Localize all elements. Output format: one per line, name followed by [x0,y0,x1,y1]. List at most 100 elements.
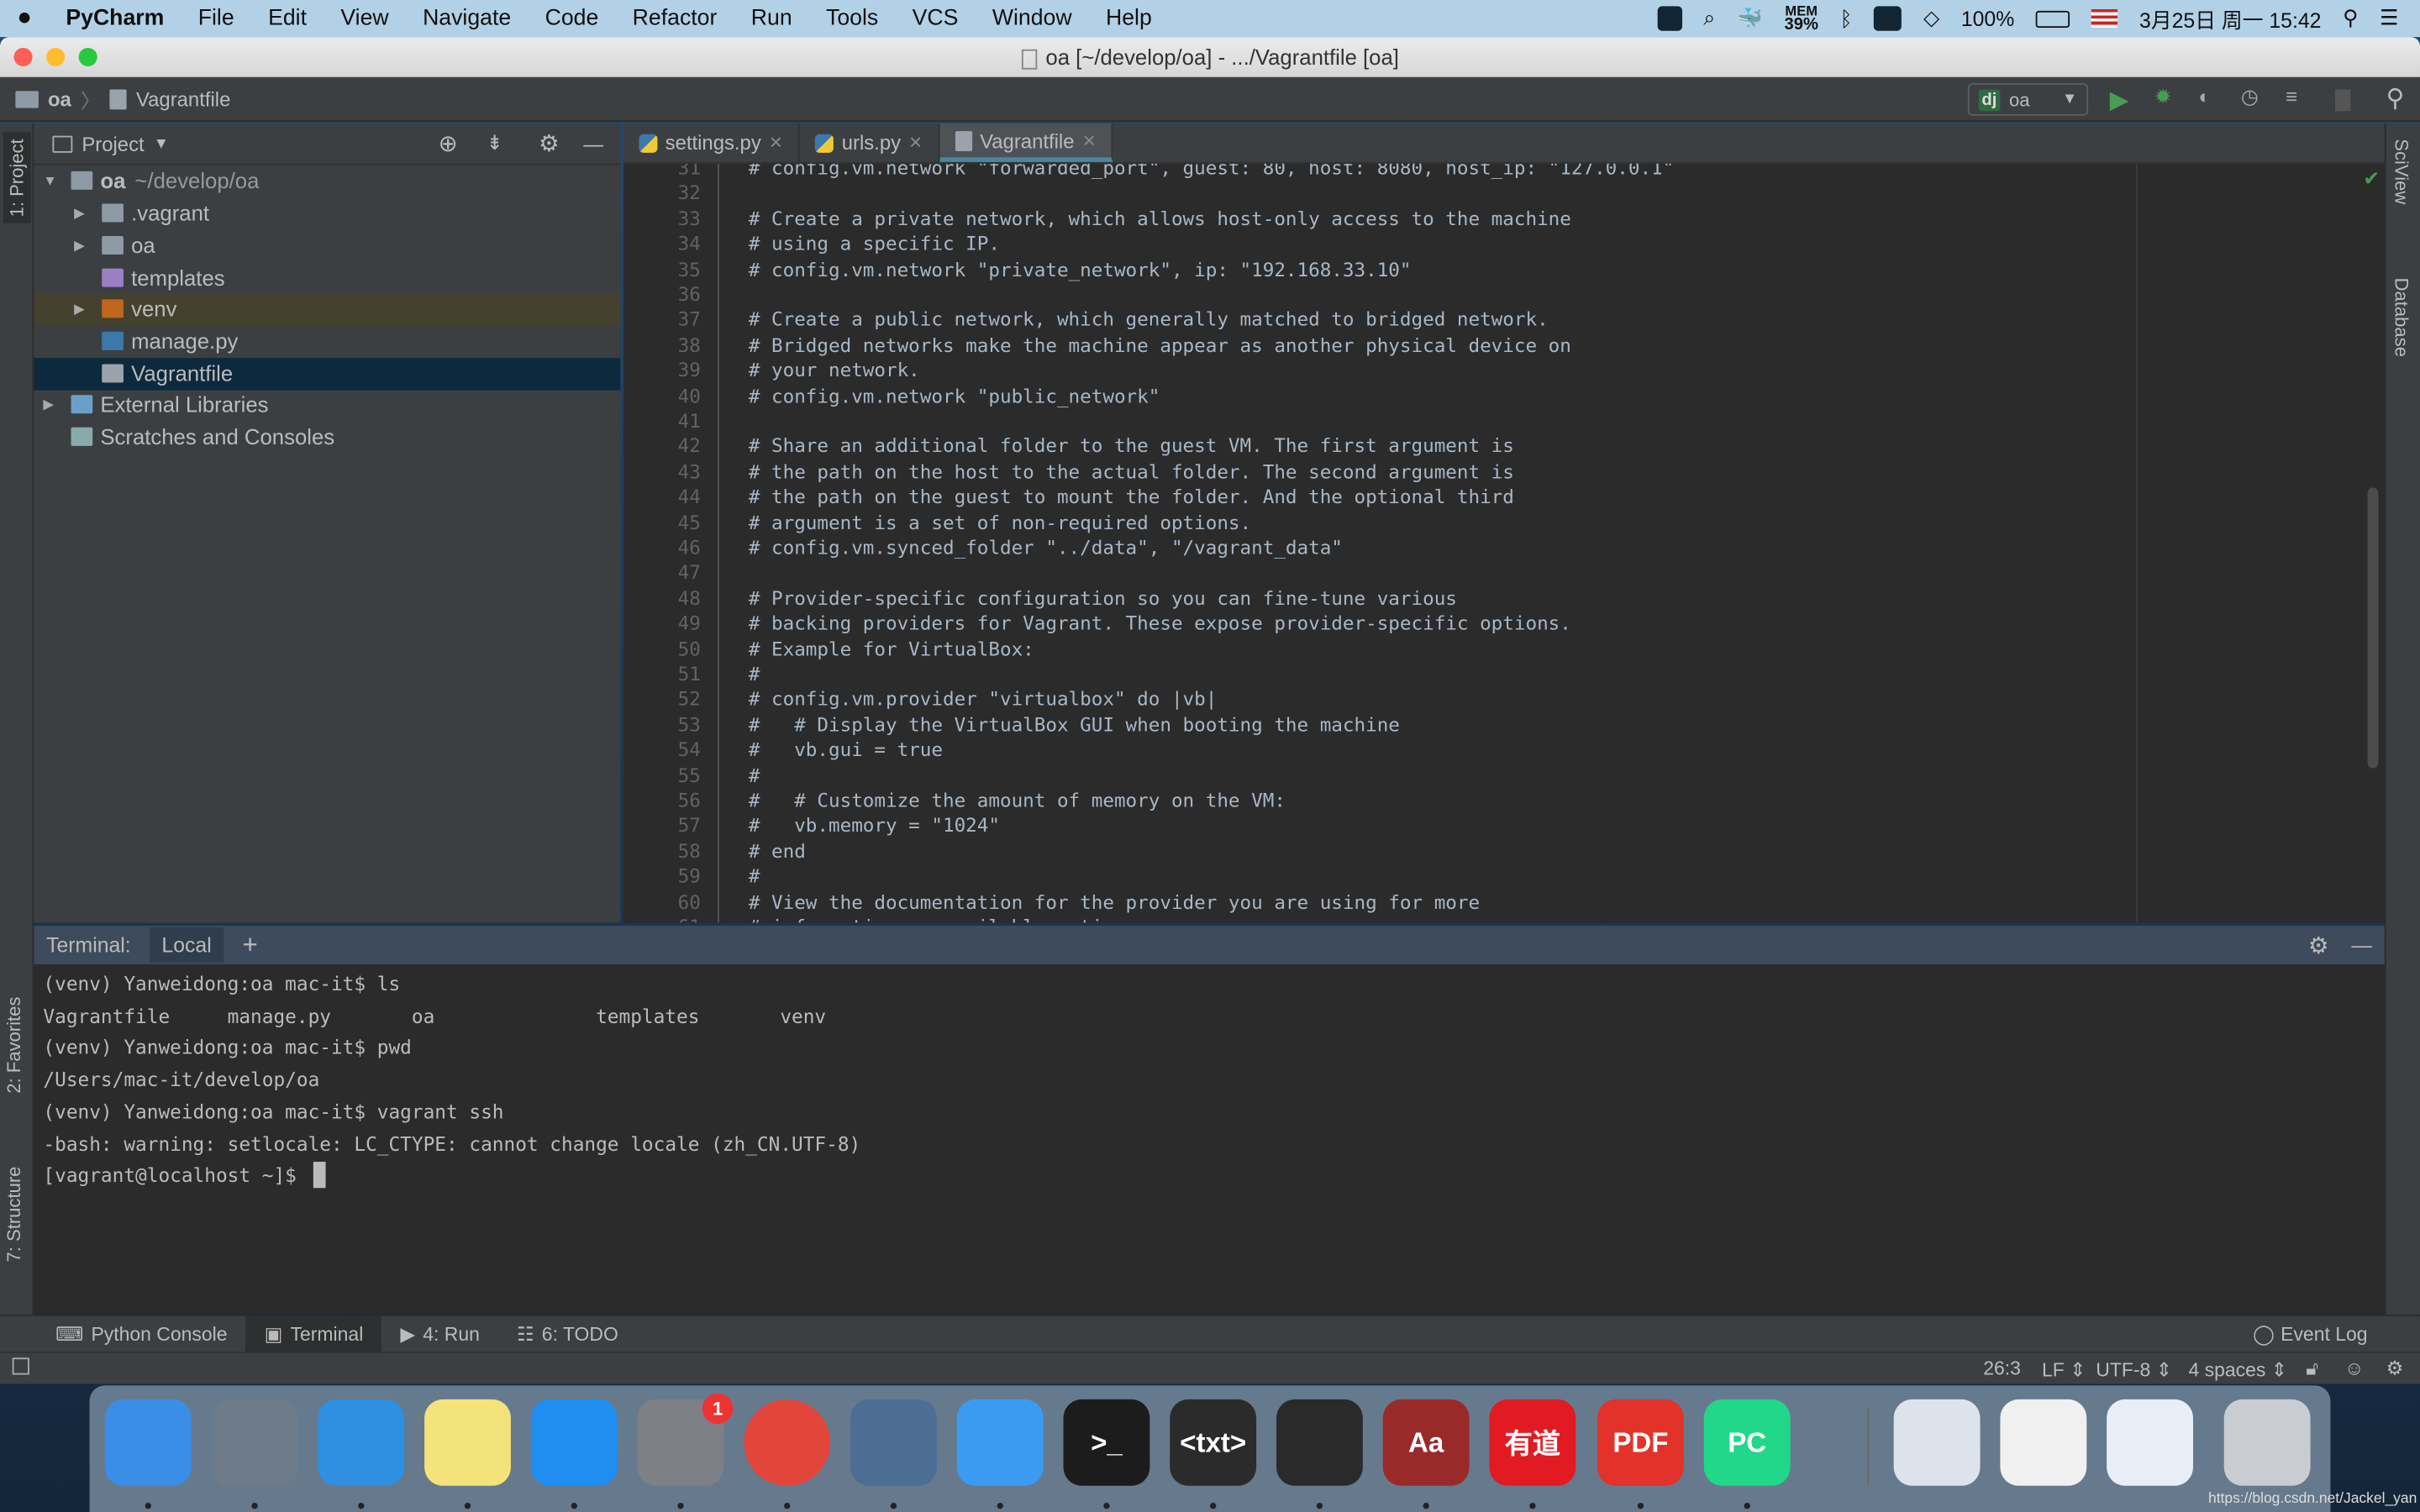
gear-icon[interactable]: ⚙ [2308,931,2329,958]
code-area[interactable]: ✔ 31 # config.vm.network "forwarded_port"… [623,163,2385,923]
tab-database[interactable]: Database [2391,278,2412,357]
hide-panel-icon[interactable]: — [583,132,603,155]
dock-trash-icon[interactable] [2223,1399,2311,1486]
inspector-icon[interactable]: ☺ [2344,1357,2364,1379]
wifi-icon[interactable]: ◇ [1923,6,1939,30]
expand-right-icon[interactable]: ▶ [74,301,89,318]
settings-help-icon[interactable]: ⚙ [2386,1356,2404,1379]
tree-item--vagrant[interactable]: ▶ .vagrant [34,197,620,229]
tab-favorites-tool[interactable]: 2: Favorites [3,997,25,1094]
menu-help[interactable]: Help [1089,6,1169,30]
tree-item-oa[interactable]: ▼ oa ~/develop/oa [34,165,620,197]
editor-tab-urls-py[interactable]: urls.py ✕ [800,123,940,162]
dock-notes-pen-icon[interactable] [956,1399,1044,1486]
dock-list-app-icon[interactable] [850,1399,937,1486]
tab-sciview[interactable]: SciView [2391,139,2412,204]
close-tab-icon[interactable]: ✕ [769,133,783,153]
menu-file[interactable]: File [182,6,251,30]
dock-safari-icon[interactable] [318,1399,405,1486]
expand-right-icon[interactable]: ▶ [43,396,58,413]
tree-item-oa[interactable]: ▶ oa [34,230,620,262]
menu-window[interactable]: Window [976,6,1089,30]
dock-system-preferences-icon[interactable]: 1 [637,1393,734,1486]
tree-item-external-libraries[interactable]: ▶ External Libraries [34,389,620,421]
dock-finder-icon[interactable] [104,1399,192,1486]
menu-run[interactable]: Run [734,6,809,30]
dock-text-editor-icon[interactable]: <txt> [1170,1399,1257,1486]
hide-panel-icon[interactable]: — [2351,933,2372,957]
search-everywhere-icon[interactable]: ⚲ [2386,83,2408,113]
tree-item-templates[interactable]: templates [34,262,620,294]
dock-pdf-expert-icon[interactable]: PDF [1597,1399,1684,1486]
us-flag-icon[interactable] [2091,9,2118,29]
locate-file-icon[interactable]: ⊕ [439,129,458,157]
tab-structure-tool[interactable]: 7: Structure [3,1167,25,1263]
tool-terminal[interactable]: ▣ Terminal [245,1315,382,1352]
collapse-all-icon[interactable]: ⇟ [487,131,503,155]
dock-youdao-icon[interactable]: 有道 [1489,1399,1576,1486]
tool-4-run[interactable]: ▶ 4: Run [381,1315,498,1352]
zoom-window-button[interactable] [78,47,97,66]
memory-indicator[interactable]: MEM 39% [1784,4,1818,34]
concurrency-icon[interactable]: ≡ [2286,85,2307,108]
expand-right-icon[interactable]: ▶ [74,238,89,255]
battery-percent[interactable]: 100% [1961,7,2014,30]
apple-menu-icon[interactable]: ● [0,5,49,33]
tool-6-todo[interactable]: ☷ 6: TODO [498,1315,637,1352]
coverage-icon[interactable]: ◖ [2196,85,2218,108]
expand-down-icon[interactable]: ▼ [43,173,58,188]
file-encoding[interactable]: UTF-8 ⇕ [2096,1357,2172,1381]
search-doc-icon[interactable]: ⌕ [1703,6,1715,30]
dock-recent-stack-icon[interactable] [2107,1399,2193,1486]
chevron-down-icon[interactable]: ▼ [154,135,169,152]
expand-right-icon[interactable]: ▶ [74,205,89,222]
new-terminal-button[interactable]: + [242,930,257,961]
tree-item-venv[interactable]: ▶ venv [34,292,621,325]
close-tab-icon[interactable]: ✕ [908,133,923,153]
cpu-meter-icon[interactable] [1874,6,1902,31]
minimize-window-button[interactable] [46,47,66,66]
editor-scrollbar[interactable] [2367,487,2379,769]
profile-icon[interactable]: ◷ [2241,85,2263,108]
dock-app-store-icon[interactable] [530,1399,618,1486]
lock-icon[interactable]: 🔓︎ [2306,1357,2318,1381]
menu-view[interactable]: View [324,6,406,30]
debug-icon[interactable]: ✹ [2154,85,2176,108]
dock-pycharm-icon[interactable]: PC [1703,1399,1791,1486]
editor-tab-vagrantfile[interactable]: Vagrantfile ✕ [939,123,1113,162]
dock-documents-stack-icon[interactable] [2000,1399,2087,1486]
tree-item-scratches-and-consoles[interactable]: Scratches and Consoles [34,421,620,453]
terminal-output[interactable]: (venv) Yanweidong:oa mac-it$ ls Vagrantfi… [34,963,2385,1314]
editor-tab-settings-py[interactable]: settings.py ✕ [623,123,801,162]
dock-downloads-stack-icon[interactable] [1893,1399,1981,1486]
terminal-tab-local[interactable]: Local [149,927,224,963]
stop-icon[interactable] [2334,89,2351,112]
bluetooth-icon[interactable]: ᛒ [1840,7,1853,30]
battery-icon[interactable] [2035,9,2070,28]
caret-position[interactable]: 26:3 [1983,1357,2021,1379]
event-log-button[interactable]: ◯ Event Log [2253,1322,2367,1346]
menu-vcs[interactable]: VCS [895,6,975,30]
line-separator[interactable]: LF ⇕ [2042,1357,2086,1381]
inspection-ok-icon[interactable]: ✔ [2363,166,2380,191]
breadcrumb-file[interactable]: Vagrantfile [136,87,230,111]
docker-icon[interactable]: 🐳 [1737,6,1763,30]
dock-activity-monitor-icon[interactable] [1276,1399,1363,1486]
breadcrumb-project[interactable]: oa [48,87,71,111]
dock-chrome-icon[interactable] [744,1399,831,1486]
gear-icon[interactable]: ⚙ [539,129,560,157]
close-window-button[interactable] [13,47,33,66]
dock-notes-icon[interactable] [424,1399,511,1486]
project-view-title[interactable]: Project [82,132,144,155]
pen-app-icon[interactable] [1657,6,1682,31]
menu-tools[interactable]: Tools [809,6,896,30]
app-menu[interactable]: PyCharm [49,6,181,30]
dock-terminal-icon[interactable]: >_ [1063,1399,1150,1486]
menu-edit[interactable]: Edit [251,6,324,30]
menu-navigate[interactable]: Navigate [406,6,529,30]
run-configuration-select[interactable]: dj oa ▼ [1967,83,2089,116]
notification-center-icon[interactable]: ☰ [2380,6,2398,30]
menu-code[interactable]: Code [528,6,615,30]
menu-refactor[interactable]: Refactor [615,6,734,30]
dock-launchpad-icon[interactable] [211,1399,298,1486]
